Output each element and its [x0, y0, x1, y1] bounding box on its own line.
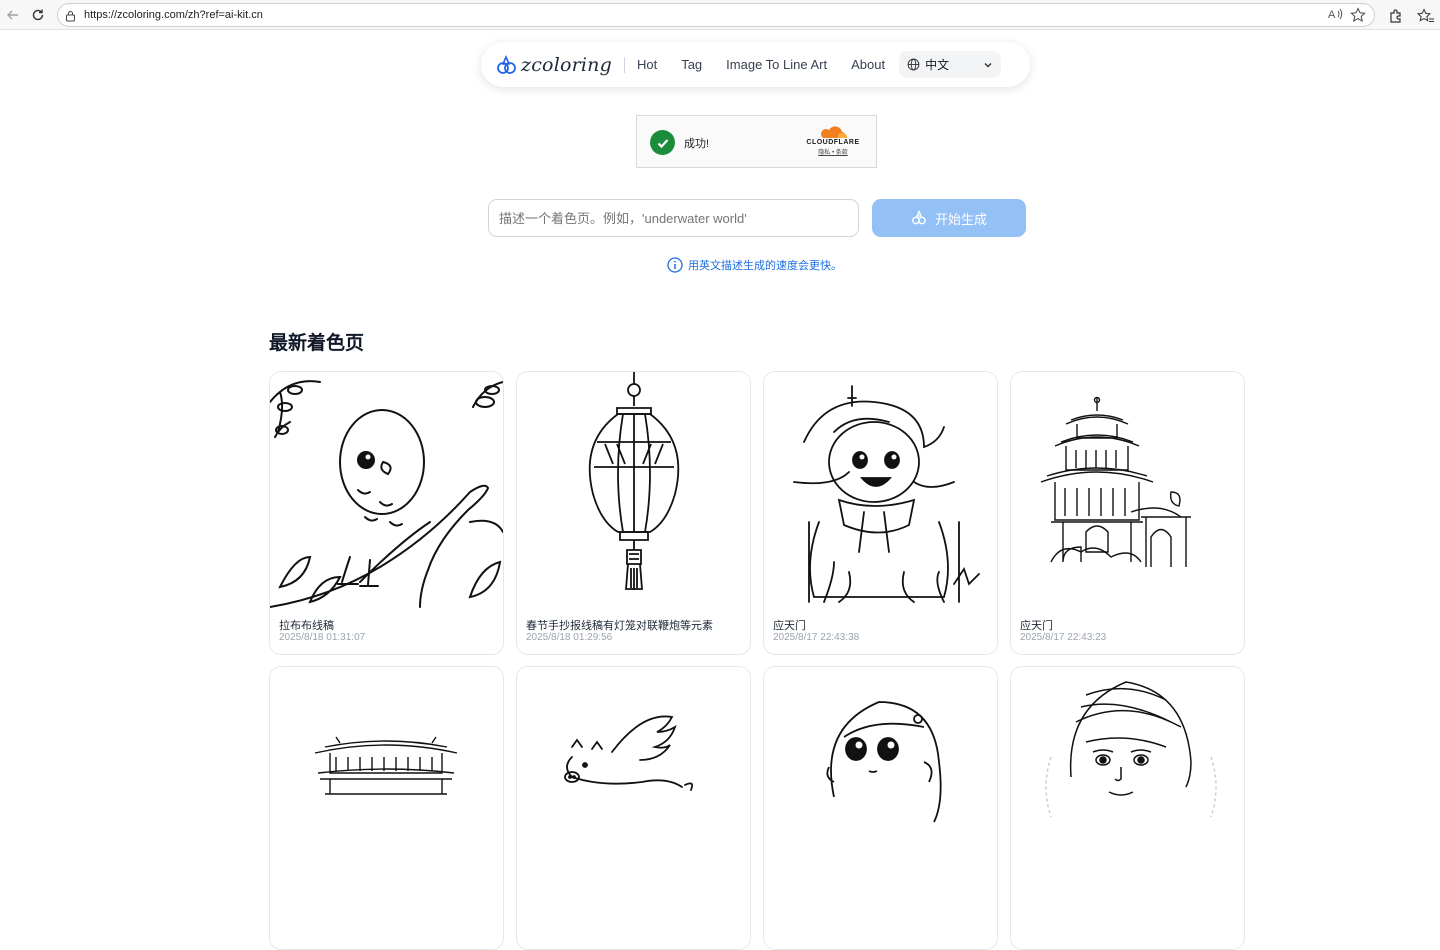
child-line-art: [764, 372, 997, 608]
card-title: 拉布布线稿: [279, 620, 334, 632]
globe-icon: [907, 58, 920, 71]
coloring-card[interactable]: 春节手抄报线稿有灯笼对联鞭炮等元素 2025/8/18 01:29:56: [516, 371, 751, 655]
speed-hint: 用英文描述生成的速度会更快。: [667, 257, 842, 273]
pagoda-line-art: [1011, 372, 1244, 608]
coloring-card[interactable]: 应天门 2025/8/17 22:43:38: [763, 371, 998, 655]
speed-hint-text: 用英文描述生成的速度会更快。: [688, 260, 842, 272]
nav-image-to-line-art[interactable]: Image To Line Art: [714, 57, 839, 72]
card-title: 应天门: [773, 620, 806, 632]
girl-face-line-art: [764, 667, 997, 903]
card-date: 2025/8/17 22:43:23: [1020, 632, 1107, 643]
coloring-card[interactable]: [269, 666, 504, 950]
princess-line-art: [1011, 667, 1244, 903]
extensions-icon[interactable]: [1385, 5, 1407, 27]
nav-hot[interactable]: Hot: [637, 57, 669, 72]
favorite-star-icon[interactable]: [1350, 7, 1366, 28]
favorites-icon[interactable]: [1415, 5, 1437, 27]
logo-text: zcoloring: [521, 53, 612, 76]
bird-line-art: [270, 372, 503, 608]
cloudflare-cloud-icon: [821, 126, 848, 138]
logo-icon: [497, 54, 516, 74]
coloring-card[interactable]: [763, 666, 998, 950]
back-arrow-icon[interactable]: [2, 4, 24, 26]
flying-pig-line-art: [517, 667, 750, 903]
language-select[interactable]: 中文: [899, 51, 1002, 78]
svg-text:A: A: [1328, 9, 1336, 21]
reload-icon[interactable]: [27, 4, 49, 26]
lantern-line-art: [517, 372, 750, 608]
captcha-widget[interactable]: 成功! CLOUDFLARE 隐私 • 条款: [636, 115, 877, 168]
card-date: 2025/8/17 22:43:38: [773, 632, 860, 643]
language-label: 中文: [925, 58, 950, 72]
card-title: 春节手抄报线稿有灯笼对联鞭炮等元素: [526, 620, 713, 632]
generate-button-label: 开始生成: [934, 211, 987, 227]
divider: [623, 56, 625, 73]
captcha-status: 成功!: [684, 138, 710, 150]
card-date: 2025/8/18 01:29:56: [526, 632, 613, 643]
coloring-card[interactable]: [516, 666, 751, 950]
nav-tag[interactable]: Tag: [669, 57, 714, 72]
generate-button[interactable]: 开始生成: [872, 199, 1026, 237]
captcha-links[interactable]: 隐私 • 条款: [802, 147, 864, 156]
nav-about[interactable]: About: [839, 57, 897, 72]
coloring-card[interactable]: 拉布布线稿 2025/8/18 01:31:07: [269, 371, 504, 655]
browser-toolbar: https://zcoloring.com/zh?ref=ai-kit.cn A: [0, 0, 1440, 30]
info-icon: [667, 257, 683, 273]
coloring-card[interactable]: 应天门 2025/8/17 22:43:23: [1010, 371, 1245, 655]
url-text: https://zcoloring.com/zh?ref=ai-kit.cn: [84, 9, 263, 21]
card-date: 2025/8/18 01:31:07: [279, 632, 366, 643]
sparkle-icon: [912, 210, 926, 225]
palace-line-art: [270, 667, 503, 903]
section-title: 最新着色页: [269, 333, 365, 354]
site-header: zcoloring Hot Tag Image To Line Art Abou…: [481, 42, 1030, 87]
card-title: 应天门: [1020, 620, 1053, 632]
prompt-input[interactable]: [488, 199, 859, 237]
lock-icon: [65, 9, 76, 27]
chevron-down-icon: [984, 62, 992, 67]
read-aloud-icon[interactable]: A: [1328, 7, 1344, 24]
cloudflare-wordmark: CLOUDFLARE: [806, 139, 860, 146]
cloudflare-logo: CLOUDFLARE 隐私 • 条款: [802, 125, 864, 156]
site-logo[interactable]: zcoloring: [495, 54, 612, 76]
coloring-card[interactable]: [1010, 666, 1245, 950]
success-check-icon: [650, 130, 675, 155]
address-bar[interactable]: https://zcoloring.com/zh?ref=ai-kit.cn A: [57, 3, 1375, 27]
